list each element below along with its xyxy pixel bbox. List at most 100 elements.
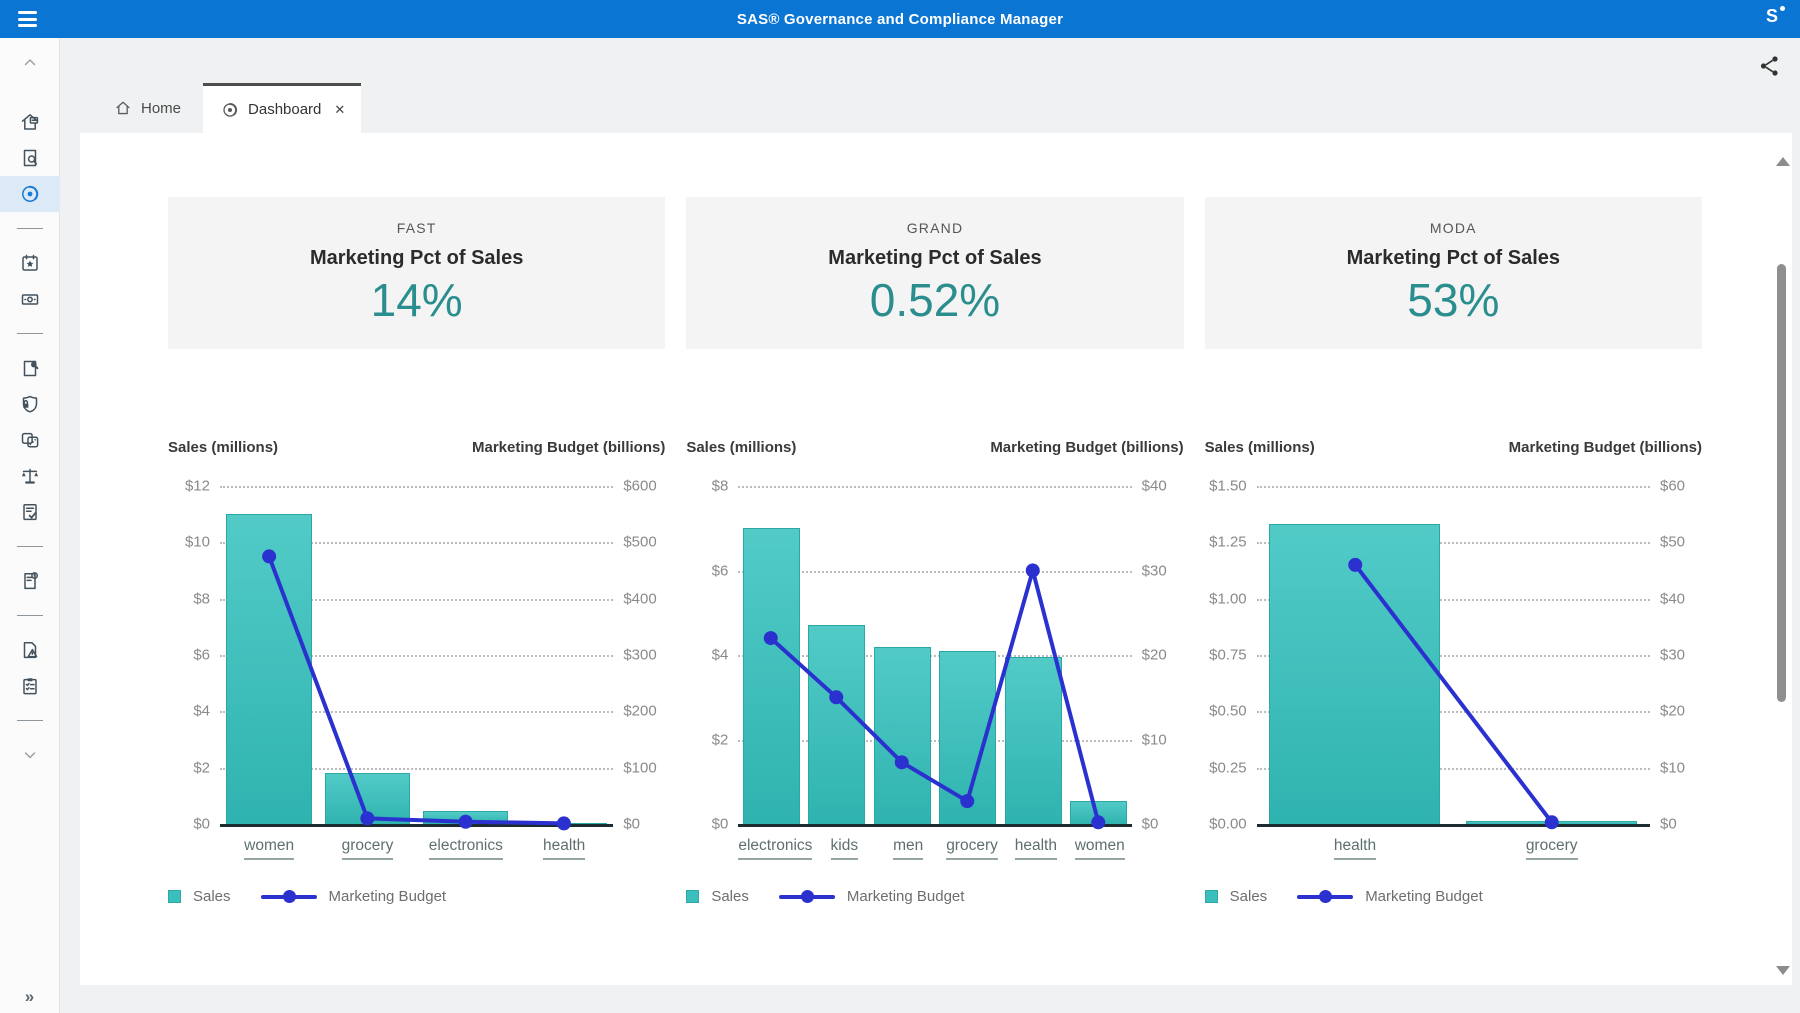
dashboard-canvas: FAST Marketing Pct of Sales 14% GRAND Ma… bbox=[80, 133, 1792, 985]
sidebar-item-chevron-down[interactable] bbox=[0, 737, 60, 773]
sidebar-item-dashboard-gauge[interactable] bbox=[0, 176, 60, 212]
scales-icon bbox=[19, 465, 41, 487]
sales-legend-swatch[interactable] bbox=[686, 890, 699, 903]
budget-legend-line[interactable] bbox=[779, 895, 835, 899]
sidebar-item-money[interactable] bbox=[0, 281, 60, 317]
category-label-grocery[interactable]: grocery bbox=[342, 837, 394, 860]
left-axis-tick: $4 bbox=[193, 703, 210, 720]
left-axis-tick: $0 bbox=[712, 816, 729, 833]
sidebar-item-clipboard-check[interactable] bbox=[0, 668, 60, 704]
sidebar-item-scales[interactable] bbox=[0, 458, 60, 494]
right-axis-tick: $40 bbox=[1660, 590, 1685, 607]
category-label-men[interactable]: men bbox=[893, 837, 923, 860]
kpi-card-fast[interactable]: FAST Marketing Pct of Sales 14% bbox=[168, 197, 665, 349]
kpi-value: 0.52% bbox=[870, 273, 1000, 327]
right-axis-tick: $400 bbox=[623, 590, 656, 607]
left-axis-tick: $1.50 bbox=[1209, 478, 1247, 495]
budget-legend-line[interactable] bbox=[1297, 895, 1353, 899]
category-label-health[interactable]: health bbox=[543, 837, 585, 860]
right-axis-tick: $500 bbox=[623, 534, 656, 551]
sidebar-divider bbox=[17, 720, 43, 721]
close-tab-icon[interactable]: ✕ bbox=[334, 102, 345, 118]
sales-legend-label[interactable]: Sales bbox=[1230, 888, 1268, 905]
tab-home[interactable]: Home bbox=[92, 83, 203, 133]
vertical-scrollbar[interactable] bbox=[1774, 139, 1790, 979]
budget-legend-label[interactable]: Marketing Budget bbox=[847, 888, 965, 905]
file-check-icon bbox=[19, 501, 41, 523]
sales-legend-label[interactable]: Sales bbox=[193, 888, 231, 905]
kpi-row: FAST Marketing Pct of Sales 14% GRAND Ma… bbox=[168, 197, 1702, 349]
share-icon[interactable] bbox=[1758, 54, 1782, 81]
dashboard-icon bbox=[221, 101, 239, 119]
category-label-kids[interactable]: kids bbox=[831, 837, 859, 860]
sidebar-expand-double-chevron-right-icon[interactable]: » bbox=[25, 987, 34, 1007]
category-label-women[interactable]: women bbox=[244, 837, 294, 860]
sidebar-item-file-check[interactable] bbox=[0, 494, 60, 530]
file-search-icon bbox=[19, 147, 41, 169]
chart-legend: Sales Marketing Budget bbox=[1205, 888, 1702, 905]
kpi-value: 53% bbox=[1407, 273, 1499, 327]
sidebar-item-calendar-star[interactable] bbox=[0, 245, 60, 281]
right-axis-tick: $0 bbox=[623, 816, 640, 833]
category-label-health[interactable]: health bbox=[1015, 837, 1057, 860]
sidebar-item-dice[interactable] bbox=[0, 422, 60, 458]
sidebar-item-chevron-up[interactable] bbox=[0, 48, 60, 76]
sidebar-item-file-search[interactable] bbox=[0, 140, 60, 176]
chart-moda: Sales (millions) Marketing Budget (billi… bbox=[1205, 439, 1702, 905]
right-axis-tick: $100 bbox=[623, 759, 656, 776]
kpi-brand: FAST bbox=[397, 220, 437, 236]
sas-logo-icon[interactable]: S bbox=[1766, 6, 1778, 27]
chevron-down-icon bbox=[19, 744, 41, 766]
budget-legend-line[interactable] bbox=[261, 895, 317, 899]
left-axis-tick: $0.50 bbox=[1209, 703, 1247, 720]
right-axis-tick: $200 bbox=[623, 703, 656, 720]
plot-area[interactable]: $0$0$2$10$4$20$6$30$8$40 bbox=[738, 486, 1131, 827]
sales-legend-swatch[interactable] bbox=[1205, 890, 1218, 903]
tab-dashboard[interactable]: Dashboard ✕ bbox=[203, 83, 361, 133]
sidebar-item-file-gear[interactable] bbox=[0, 563, 60, 599]
category-label-women[interactable]: women bbox=[1075, 837, 1125, 860]
file-warning-icon bbox=[19, 639, 41, 661]
kpi-metric: Marketing Pct of Sales bbox=[828, 247, 1041, 270]
sidebar-divider bbox=[17, 333, 43, 334]
right-axis-tick: $30 bbox=[1142, 562, 1167, 579]
sidebar-item-home-report[interactable] bbox=[0, 104, 60, 140]
charts-row: Sales (millions) Marketing Budget (billi… bbox=[168, 439, 1702, 905]
left-axis-tick: $2 bbox=[712, 731, 729, 748]
sidebar-item-file-pin[interactable] bbox=[0, 350, 60, 386]
sidebar-divider bbox=[17, 546, 43, 547]
plot-area[interactable]: $0$0$2$100$4$200$6$300$8$400$10$500$12$6… bbox=[220, 486, 613, 827]
plot-area[interactable]: $0.00$0$0.25$10$0.50$20$0.75$30$1.00$40$… bbox=[1257, 486, 1650, 827]
budget-legend-label[interactable]: Marketing Budget bbox=[329, 888, 447, 905]
budget-point-grocery bbox=[360, 811, 374, 825]
category-label-grocery[interactable]: grocery bbox=[946, 837, 998, 860]
budget-point-grocery bbox=[961, 794, 975, 808]
left-axis-tick: $1.00 bbox=[1209, 590, 1247, 607]
scrollbar-thumb[interactable] bbox=[1777, 264, 1786, 702]
scroll-up-icon[interactable] bbox=[1776, 157, 1790, 166]
budget-legend-label[interactable]: Marketing Budget bbox=[1365, 888, 1483, 905]
right-axis-title: Marketing Budget (billions) bbox=[472, 439, 665, 456]
right-axis-tick: $0 bbox=[1660, 816, 1677, 833]
left-axis-tick: $4 bbox=[712, 647, 729, 664]
sidebar-item-shield-lock[interactable] bbox=[0, 386, 60, 422]
left-axis-tick: $0.00 bbox=[1209, 816, 1247, 833]
category-label-electronics[interactable]: electronics bbox=[738, 837, 812, 860]
scroll-down-icon[interactable] bbox=[1776, 966, 1790, 975]
kpi-card-grand[interactable]: GRAND Marketing Pct of Sales 0.52% bbox=[686, 197, 1183, 349]
right-axis-tick: $20 bbox=[1142, 647, 1167, 664]
sidebar-divider bbox=[17, 228, 43, 229]
category-label-grocery[interactable]: grocery bbox=[1526, 837, 1578, 860]
category-label-electronics[interactable]: electronics bbox=[429, 837, 503, 860]
left-toolbar: » bbox=[0, 38, 60, 1013]
kpi-brand: GRAND bbox=[907, 220, 964, 236]
home-report-icon bbox=[19, 111, 41, 133]
right-axis-tick: $10 bbox=[1660, 759, 1685, 776]
right-axis-tick: $50 bbox=[1660, 534, 1685, 551]
category-label-health[interactable]: health bbox=[1334, 837, 1376, 860]
sidebar-item-file-warning[interactable] bbox=[0, 632, 60, 668]
sales-legend-label[interactable]: Sales bbox=[711, 888, 749, 905]
budget-point-electronics bbox=[459, 815, 473, 829]
kpi-card-moda[interactable]: MODA Marketing Pct of Sales 53% bbox=[1205, 197, 1702, 349]
sales-legend-swatch[interactable] bbox=[168, 890, 181, 903]
